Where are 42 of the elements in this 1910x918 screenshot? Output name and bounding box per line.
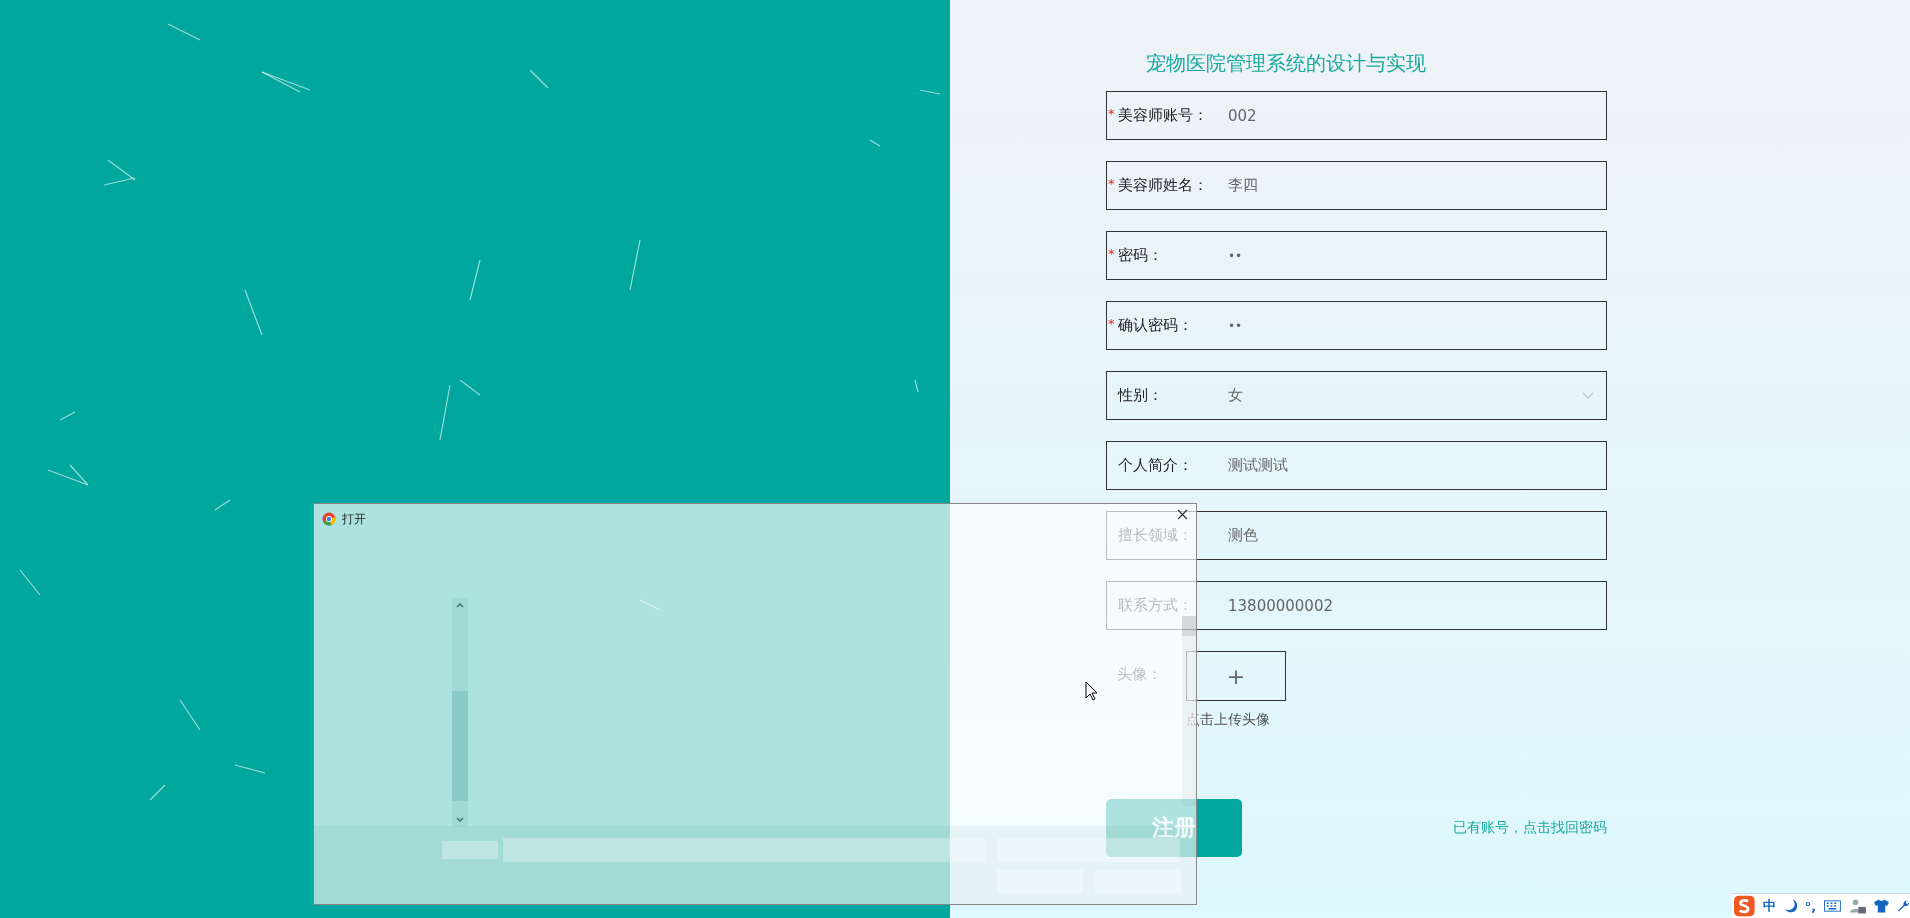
keyboard-icon[interactable] xyxy=(1824,900,1842,912)
moon-icon[interactable] xyxy=(1783,898,1797,914)
field-label: 密码： xyxy=(1118,246,1163,265)
wrench-icon[interactable] xyxy=(1896,899,1910,913)
field-label: 头像： xyxy=(1117,665,1163,684)
field-label: 确认密码： xyxy=(1118,316,1193,335)
dialog-title: 打开 xyxy=(342,510,366,528)
person-icon[interactable] xyxy=(1849,898,1866,914)
field-label: 美容师姓名： xyxy=(1118,176,1208,195)
field-label: 擅长领域： xyxy=(1118,526,1193,545)
shirt-icon[interactable] xyxy=(1873,899,1889,913)
field-label: 个人简介： xyxy=(1118,456,1193,475)
input-field[interactable]: * 美容师姓名： 李四 xyxy=(1106,161,1607,210)
input-field[interactable]: 个人简介： 测试测试 xyxy=(1106,441,1607,490)
field-label: 美容师账号： xyxy=(1118,106,1208,125)
page-title: 宠物医院管理系统的设计与实现 xyxy=(1145,50,1426,77)
input-field[interactable]: * 美容师账号： 002 xyxy=(1106,91,1607,140)
ime-text[interactable]: °, xyxy=(1804,898,1817,914)
ime-text[interactable]: 中 xyxy=(1762,897,1776,915)
required-mark: * xyxy=(1108,106,1115,121)
close-icon[interactable] xyxy=(1177,509,1188,520)
cursor-icon xyxy=(1085,681,1098,701)
blank-field[interactable] xyxy=(442,841,498,859)
field-label: 性别： xyxy=(1118,386,1163,405)
logo-icon[interactable] xyxy=(1734,895,1755,917)
chevron-up-icon xyxy=(456,602,464,608)
required-mark: * xyxy=(1108,246,1115,261)
input-field[interactable]: 擅长领域： 测色 xyxy=(1106,511,1607,560)
chevron-down-icon xyxy=(456,817,464,823)
blank-field[interactable] xyxy=(997,838,1180,862)
field-label: 联系方式： xyxy=(1118,596,1193,615)
blank-field[interactable] xyxy=(503,838,985,862)
password-field[interactable]: * 密码： •• xyxy=(1106,231,1607,280)
required-mark: * xyxy=(1108,176,1115,191)
input-field[interactable]: 联系方式： 13800000002 xyxy=(1106,581,1607,630)
upload-button[interactable]: + xyxy=(1186,651,1286,701)
password-field[interactable]: * 确认密码： •• xyxy=(1106,301,1607,350)
chevron-down-icon xyxy=(1582,391,1594,400)
scrollbar[interactable] xyxy=(452,598,468,827)
required-mark: * xyxy=(1108,316,1115,331)
browser-icon xyxy=(322,512,336,526)
select-field[interactable]: 性别： 女 xyxy=(1106,371,1607,420)
